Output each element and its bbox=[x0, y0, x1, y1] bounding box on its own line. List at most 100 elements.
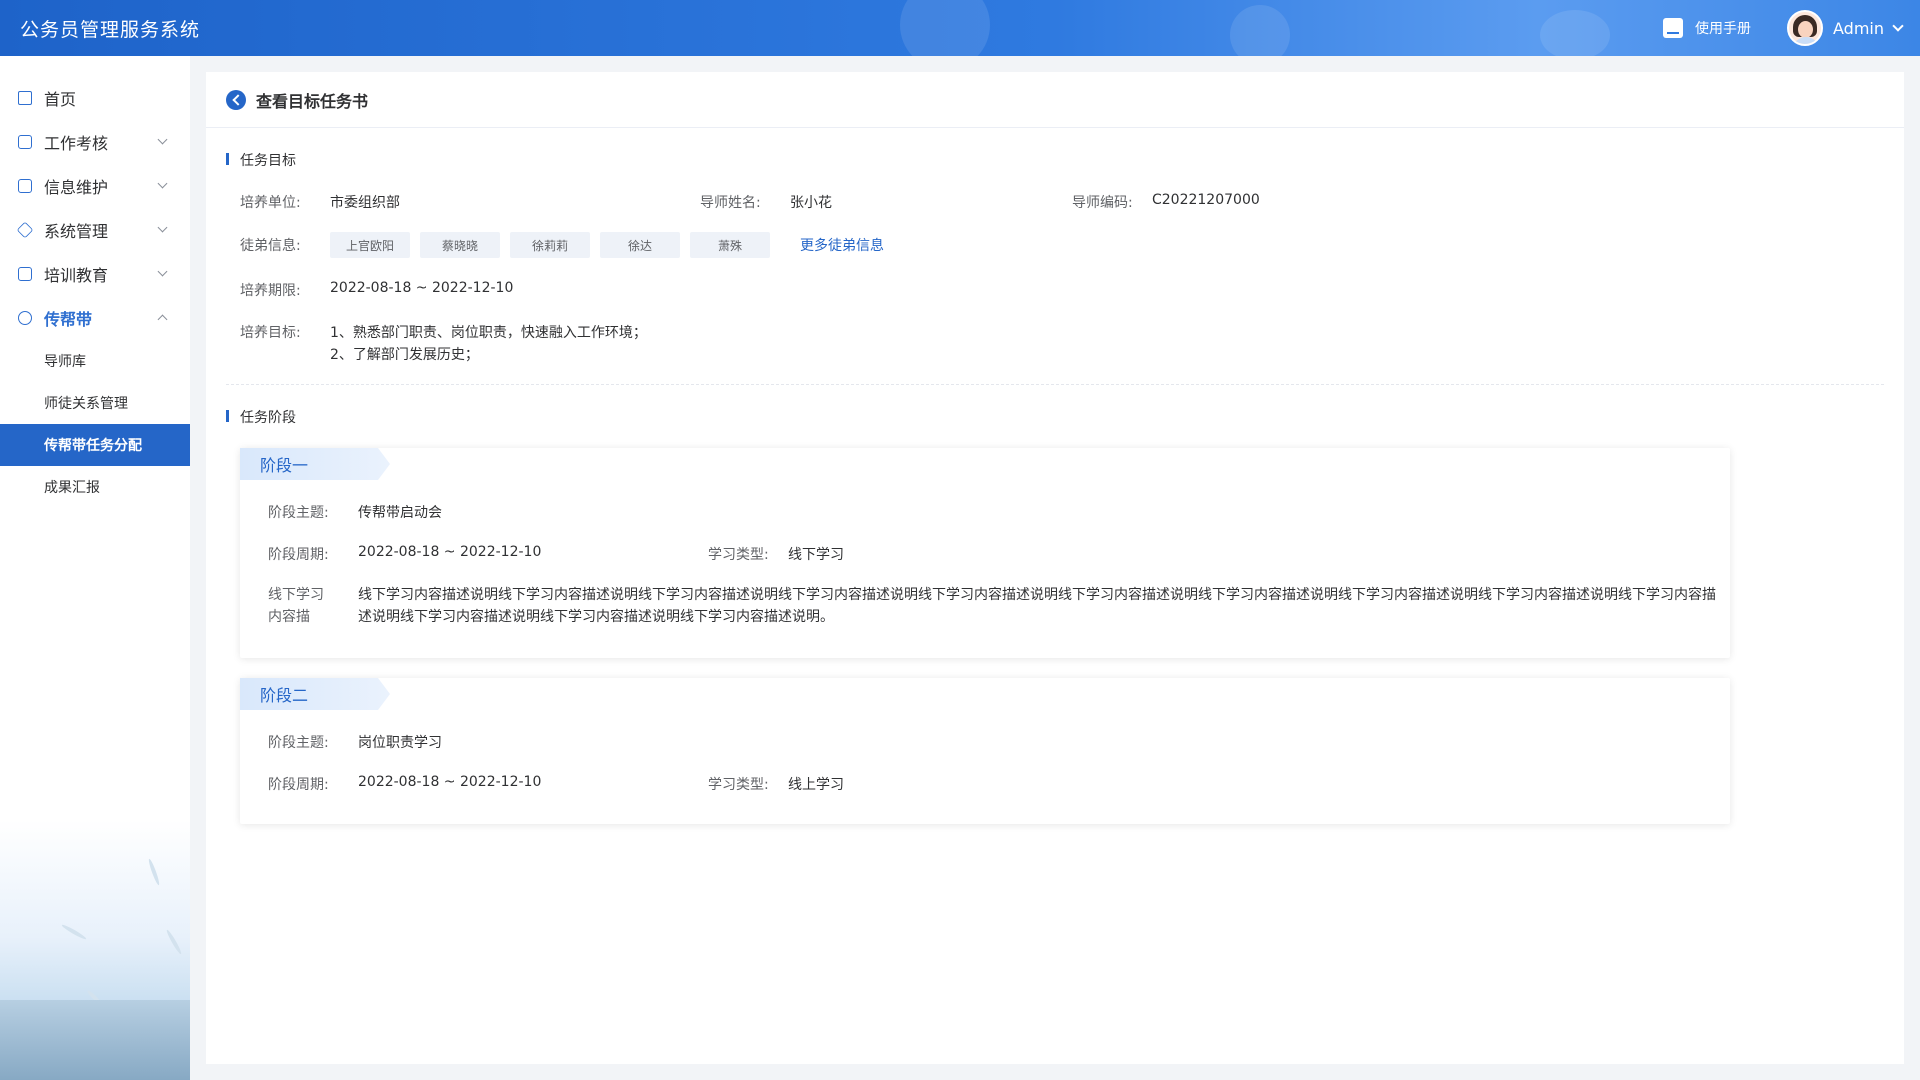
monitor-icon bbox=[18, 179, 32, 193]
field-period: 培养期限: 2022-08-18 ~ 2022-12-10 bbox=[240, 280, 513, 300]
stage-tab: 阶段二 bbox=[240, 678, 390, 710]
field-label: 线下学习内容描 bbox=[268, 587, 324, 625]
chevron-down-icon bbox=[157, 222, 168, 233]
field-unit: 培养单位: 市委组织部 bbox=[240, 192, 400, 212]
field-value: 2022-08-18 ~ 2022-12-10 bbox=[330, 280, 514, 296]
field-label: 徒弟信息: bbox=[240, 238, 301, 254]
field-mentor-name: 导师姓名: 张小花 bbox=[700, 192, 832, 212]
field-label: 学习类型: bbox=[708, 547, 769, 563]
chevron-down-icon bbox=[157, 134, 168, 145]
header-decoration bbox=[900, 0, 990, 56]
seagull-decoration bbox=[147, 858, 161, 886]
chevron-up-icon bbox=[157, 314, 168, 325]
field-value: 岗位职责学习 bbox=[358, 735, 442, 751]
sidebar-item-label: 工作考核 bbox=[44, 134, 109, 153]
sidebar-item-training[interactable]: 培训教育 bbox=[0, 252, 190, 296]
apprentice-tag[interactable]: 蔡晓晓 bbox=[420, 232, 500, 258]
page-title: 查看目标任务书 bbox=[256, 91, 369, 111]
stage-theme: 阶段主题: 岗位职责学习 bbox=[268, 732, 442, 752]
sea-decoration bbox=[0, 1000, 190, 1080]
user-manual-link[interactable]: 使用手册 bbox=[1663, 18, 1751, 38]
field-label: 阶段主题: bbox=[268, 505, 329, 521]
page-header: 查看目标任务书 bbox=[206, 72, 1904, 128]
sidebar-item-mentoring[interactable]: 传帮带 bbox=[0, 296, 190, 340]
stage-learning-type: 学习类型: 线上学习 bbox=[708, 774, 844, 794]
sidebar-item-info-maintenance[interactable]: 信息维护 bbox=[0, 164, 190, 208]
sidebar-subitem-mentor-relations[interactable]: 师徒关系管理 bbox=[0, 382, 190, 424]
seagull-decoration bbox=[165, 928, 183, 956]
stage-theme: 阶段主题: 传帮带启动会 bbox=[268, 502, 442, 522]
header-decoration bbox=[1540, 10, 1610, 56]
chevron-down-icon bbox=[157, 266, 168, 277]
section-title-stages: 任务阶段 bbox=[226, 407, 296, 427]
field-value: 线下学习内容描述说明线下学习内容描述说明线下学习内容描述说明线下学习内容描述说明… bbox=[358, 587, 1716, 625]
avatar[interactable] bbox=[1787, 10, 1823, 46]
field-training-goal: 培养目标: 1、熟悉部门职责、岗位职责，快速融入工作环境； 2、了解部门发展历史… bbox=[240, 322, 647, 366]
field-value: 2022-08-18 ~ 2022-12-10 bbox=[358, 774, 542, 790]
stage-tab: 阶段一 bbox=[240, 448, 390, 480]
field-label: 阶段主题: bbox=[268, 735, 329, 751]
goal-line: 1、熟悉部门职责、岗位职责，快速融入工作环境； bbox=[330, 325, 647, 341]
sidebar-subitem-mentor-library[interactable]: 导师库 bbox=[0, 340, 190, 382]
field-value: 市委组织部 bbox=[330, 195, 400, 211]
sidebar-item-label: 首页 bbox=[44, 90, 77, 109]
apprentice-tag[interactable]: 萧殊 bbox=[690, 232, 770, 258]
header-decoration bbox=[1230, 5, 1290, 56]
stage-learning-type: 学习类型: 线下学习 bbox=[708, 544, 844, 564]
field-value: 线下学习 bbox=[788, 547, 844, 563]
section-title-goal: 任务目标 bbox=[226, 150, 296, 170]
manual-label: 使用手册 bbox=[1695, 21, 1751, 37]
user-name[interactable]: Admin bbox=[1833, 19, 1884, 38]
chevron-down-icon[interactable] bbox=[1892, 20, 1904, 32]
chevron-down-icon bbox=[157, 178, 168, 189]
top-header: 公务员管理服务系统 使用手册 Admin bbox=[0, 0, 1920, 56]
field-value: 线上学习 bbox=[788, 777, 844, 793]
main-panel: 查看目标任务书 任务目标 培养单位: 市委组织部 导师姓名: 张小花 导师编码:… bbox=[206, 72, 1904, 1064]
field-label: 导师姓名: bbox=[700, 195, 761, 211]
app-title: 公务员管理服务系统 bbox=[20, 18, 201, 41]
sidebar-item-label: 系统管理 bbox=[44, 222, 109, 241]
field-label: 导师编码: bbox=[1072, 195, 1133, 211]
stage-card: 阶段一 阶段主题: 传帮带启动会 阶段周期: 2022-08-18 ~ 2022… bbox=[240, 448, 1730, 658]
section-divider bbox=[226, 384, 1884, 385]
sidebar-background-art bbox=[0, 820, 190, 1080]
field-label: 阶段周期: bbox=[268, 547, 329, 563]
field-label: 培养单位: bbox=[240, 195, 301, 211]
people-icon bbox=[18, 311, 32, 325]
apprentice-tag[interactable]: 上官欧阳 bbox=[330, 232, 410, 258]
sidebar-subitem-task-assignment[interactable]: 传帮带任务分配 bbox=[0, 424, 190, 466]
apprentice-tag[interactable]: 徐莉莉 bbox=[510, 232, 590, 258]
sidebar-item-work-assessment[interactable]: 工作考核 bbox=[0, 120, 190, 164]
stage-description: 线下学习内容描 线下学习内容描述说明线下学习内容描述说明线下学习内容描述说明线下… bbox=[268, 584, 1718, 628]
message-icon bbox=[18, 267, 32, 281]
book-icon bbox=[1663, 18, 1683, 38]
field-value: 传帮带启动会 bbox=[358, 505, 442, 521]
apprentice-tag[interactable]: 徐达 bbox=[600, 232, 680, 258]
field-label: 培养期限: bbox=[240, 283, 301, 299]
sidebar-item-home[interactable]: 首页 bbox=[0, 76, 190, 120]
sidebar-subitem-results-report[interactable]: 成果汇报 bbox=[0, 466, 190, 508]
sidebar-item-label: 信息维护 bbox=[44, 178, 109, 197]
field-label: 阶段周期: bbox=[268, 777, 329, 793]
sidebar: 首页 工作考核 信息维护 系统管理 培训教育 传帮带 导师库 师徒关系管理 传帮… bbox=[0, 56, 190, 1080]
home-icon bbox=[18, 91, 32, 105]
field-value: 张小花 bbox=[790, 195, 832, 211]
back-arrow-icon[interactable] bbox=[226, 89, 246, 110]
layers-icon bbox=[16, 221, 34, 239]
seagull-decoration bbox=[60, 923, 88, 941]
clipboard-icon bbox=[18, 135, 32, 149]
field-value: C20221207000 bbox=[1152, 192, 1260, 208]
goal-line: 2、了解部门发展历史； bbox=[330, 347, 479, 363]
sidebar-item-label: 传帮带 bbox=[44, 310, 93, 329]
sidebar-item-system-management[interactable]: 系统管理 bbox=[0, 208, 190, 252]
stage-cycle: 阶段周期: 2022-08-18 ~ 2022-12-10 bbox=[268, 544, 541, 564]
stage-cycle: 阶段周期: 2022-08-18 ~ 2022-12-10 bbox=[268, 774, 541, 794]
sidebar-item-label: 培训教育 bbox=[44, 266, 109, 285]
field-label: 学习类型: bbox=[708, 777, 769, 793]
field-value: 2022-08-18 ~ 2022-12-10 bbox=[358, 544, 542, 560]
field-label: 培养目标: bbox=[240, 325, 301, 341]
field-apprentices: 徒弟信息: 上官欧阳 蔡晓晓 徐莉莉 徐达 萧殊 更多徒弟信息 bbox=[240, 232, 884, 258]
more-apprentice-info-link[interactable]: 更多徒弟信息 bbox=[800, 235, 884, 255]
stage-card: 阶段二 阶段主题: 岗位职责学习 阶段周期: 2022-08-18 ~ 2022… bbox=[240, 678, 1730, 824]
field-mentor-code: 导师编码: C20221207000 bbox=[1072, 192, 1260, 212]
